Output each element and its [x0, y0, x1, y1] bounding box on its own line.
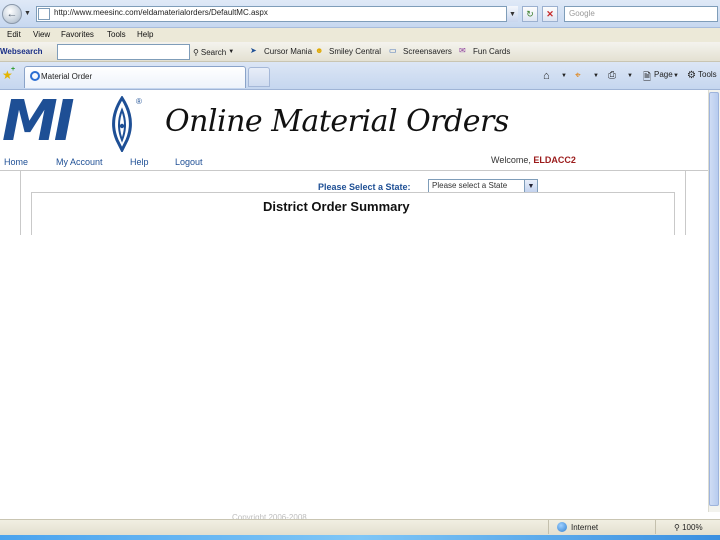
back-button[interactable]: ←	[2, 4, 22, 24]
page-menu-icon: 🗎	[643, 72, 652, 83]
nav-my-account[interactable]: My Account	[56, 157, 103, 167]
add-favorite-icon[interactable]: +	[11, 66, 15, 73]
tools-menu-label[interactable]: Tools	[698, 70, 717, 79]
page-icon	[38, 8, 50, 20]
chevron-down-icon: ▼	[228, 49, 235, 55]
ie-page-icon	[30, 71, 40, 81]
tools-gear-icon: ⚙	[687, 70, 696, 81]
menu-favorites[interactable]: Favorites	[61, 30, 94, 39]
header-divider	[0, 170, 708, 171]
zoom-level[interactable]: ⚲ 100%	[674, 523, 703, 532]
stop-button[interactable]: ✕	[542, 6, 558, 22]
nav-help[interactable]: Help	[130, 157, 149, 167]
state-select[interactable]: Please select a State	[428, 179, 538, 193]
username: ELDACC2	[533, 155, 576, 165]
nav-home[interactable]: Home	[4, 157, 28, 167]
zoom-magnifier-icon: ⚲	[674, 523, 680, 532]
status-divider	[655, 520, 656, 534]
card-icon: ✉	[459, 46, 466, 55]
home-icon[interactable]: ⌂	[543, 70, 550, 82]
google-search-placeholder: Google	[569, 9, 595, 18]
state-select-label: Please Select a State:	[318, 182, 411, 192]
print-icon[interactable]: ⎙	[608, 70, 616, 81]
toolbar-item-label: Smiley Central	[329, 47, 382, 56]
registered-mark: ®	[136, 97, 142, 106]
site-title: Online Material Orders	[165, 104, 509, 139]
summary-title: District Order Summary	[263, 199, 410, 214]
websearch-button[interactable]: ⚲ Search ▼	[193, 45, 243, 59]
chevron-down-icon: ▼	[509, 10, 516, 18]
toolbar-item-label: Screensavers	[403, 47, 452, 56]
url-dropdown-button[interactable]: ▼	[506, 6, 518, 22]
toolbar-smiley-central[interactable]: ☻ Smiley Central	[315, 46, 381, 57]
toolbar-item-label: Cursor Mania	[264, 47, 313, 56]
page-viewport	[0, 90, 720, 512]
page-menu-label[interactable]: Page	[654, 70, 673, 79]
pen-nib-icon	[112, 96, 132, 152]
refresh-button[interactable]: ↻	[522, 6, 538, 22]
toolbar-screensavers[interactable]: ▭ Screensavers	[389, 46, 452, 57]
status-divider	[548, 520, 549, 534]
scrollbar-thumb[interactable]	[709, 92, 719, 506]
stop-icon: ✕	[546, 8, 554, 19]
toolbar-cursor-mania[interactable]: ➤ Cursor Mania	[250, 46, 312, 57]
new-tab-button[interactable]	[248, 67, 270, 87]
websearch-label: Websearch	[0, 47, 43, 56]
taskbar-edge	[0, 535, 720, 540]
tab-title: Material Order	[41, 72, 93, 81]
chevron-down-icon: ▼	[527, 182, 535, 190]
status-bar	[0, 519, 720, 535]
monitor-icon: ▭	[389, 46, 397, 55]
menu-view[interactable]: View	[33, 30, 50, 39]
welcome-prefix: Welcome,	[491, 155, 531, 165]
chevron-down-icon[interactable]: ▼	[673, 73, 679, 79]
back-arrow-icon: ←	[6, 8, 18, 20]
logo-mi: MI	[2, 89, 75, 154]
cursor-icon: ➤	[250, 46, 257, 55]
zoom-value: 100%	[682, 523, 703, 532]
content-border-right	[685, 171, 686, 235]
content-border-left	[20, 171, 21, 235]
websearch-button-label: Search	[200, 47, 227, 57]
security-zone: Internet	[571, 523, 599, 532]
recent-pages-dropdown-icon[interactable]: ▼	[24, 10, 31, 17]
toolbar-item-label: Fun Cards	[473, 47, 511, 56]
magnifier-icon: ⚲	[193, 47, 199, 57]
websearch-input[interactable]	[57, 44, 190, 60]
chevron-down-icon[interactable]: ▼	[561, 73, 567, 79]
menu-tools[interactable]: Tools	[107, 30, 126, 39]
globe-icon	[557, 522, 567, 532]
welcome-message: Welcome, ELDACC2	[491, 155, 576, 165]
nav-logout[interactable]: Logout	[175, 157, 203, 167]
menu-edit[interactable]: Edit	[7, 30, 21, 39]
chevron-down-icon[interactable]: ▼	[627, 73, 633, 79]
url-text: http://www.meesinc.com/eldamaterialorder…	[54, 8, 268, 17]
refresh-icon: ↻	[526, 8, 534, 19]
menu-help[interactable]: Help	[137, 30, 153, 39]
toolbar-fun-cards[interactable]: ✉ Fun Cards	[459, 46, 510, 57]
rss-feed-icon[interactable]: ⌖	[575, 70, 581, 81]
state-select-dropdown-button[interactable]: ▼	[524, 179, 538, 193]
smiley-icon: ☻	[315, 46, 324, 55]
chevron-down-icon[interactable]: ▼	[593, 73, 599, 79]
